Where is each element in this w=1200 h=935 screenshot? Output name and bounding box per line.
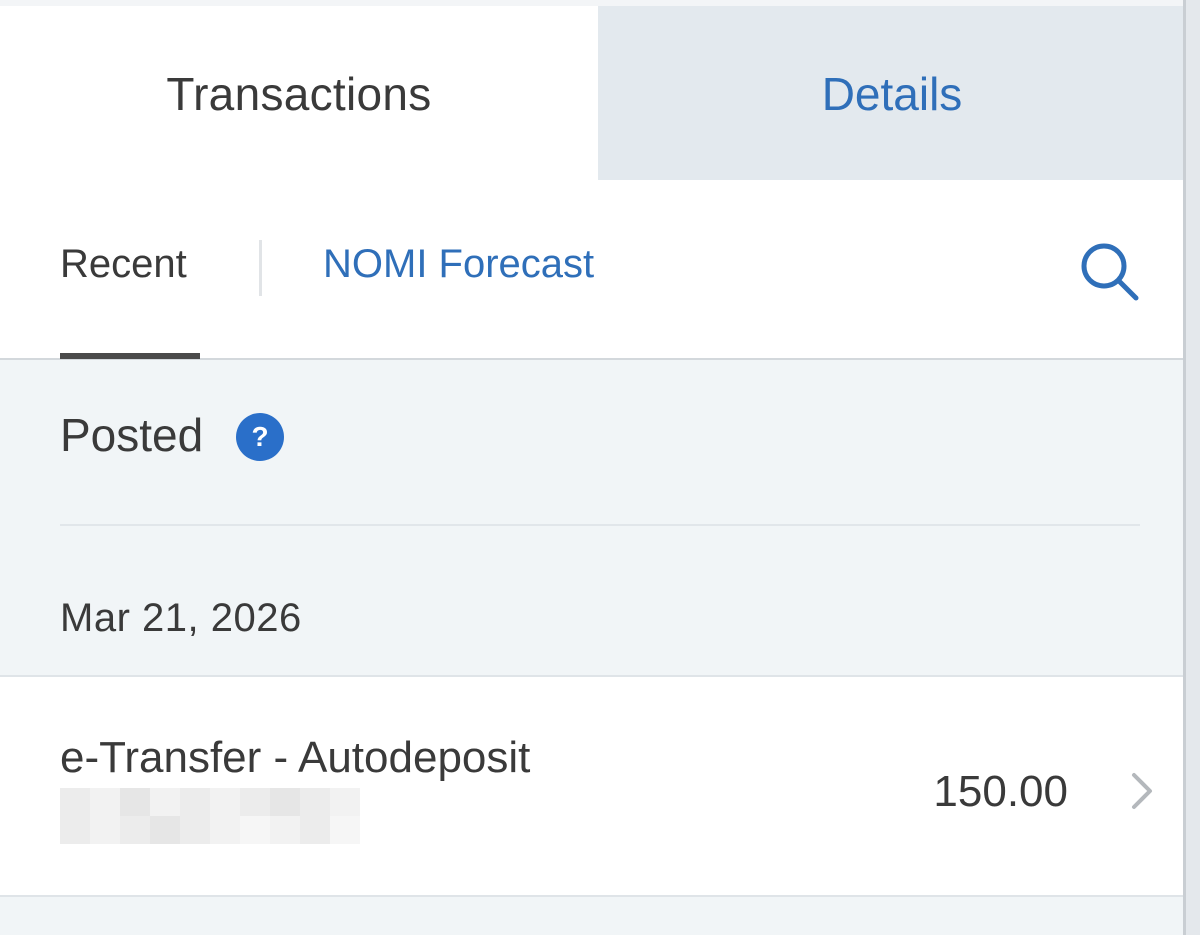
app-root: Transactions Details Recent NOMI Forecas… bbox=[0, 0, 1200, 935]
tab-details-label: Details bbox=[821, 68, 963, 120]
next-section bbox=[0, 897, 1183, 935]
window-edge bbox=[1186, 0, 1200, 935]
sub-navigation: Recent NOMI Forecast bbox=[0, 180, 1183, 360]
search-icon[interactable] bbox=[1078, 240, 1142, 304]
redacted-sender-info bbox=[60, 788, 360, 844]
subtab-divider bbox=[259, 240, 262, 296]
subtab-nomi-forecast[interactable]: NOMI Forecast bbox=[323, 242, 594, 287]
help-icon[interactable]: ? bbox=[236, 413, 284, 461]
posted-divider bbox=[60, 524, 1140, 526]
subtab-recent[interactable]: Recent bbox=[60, 242, 187, 287]
transaction-row[interactable]: e-Transfer - Autodeposit 150.00 bbox=[0, 677, 1183, 897]
tab-details[interactable]: Details bbox=[598, 6, 1186, 180]
transaction-amount: 150.00 bbox=[933, 767, 1068, 816]
active-subtab-indicator bbox=[60, 353, 200, 359]
posted-heading: Posted bbox=[60, 409, 204, 461]
posted-section: Posted ? Mar 21, 2026 bbox=[0, 360, 1183, 677]
tab-transactions[interactable]: Transactions bbox=[0, 6, 598, 180]
help-icon-glyph: ? bbox=[251, 421, 269, 452]
tab-transactions-label: Transactions bbox=[166, 68, 432, 120]
transaction-description: e-Transfer - Autodeposit bbox=[60, 733, 531, 782]
chevron-right-icon[interactable] bbox=[1124, 771, 1160, 811]
transaction-date-header: Mar 21, 2026 bbox=[60, 596, 302, 640]
